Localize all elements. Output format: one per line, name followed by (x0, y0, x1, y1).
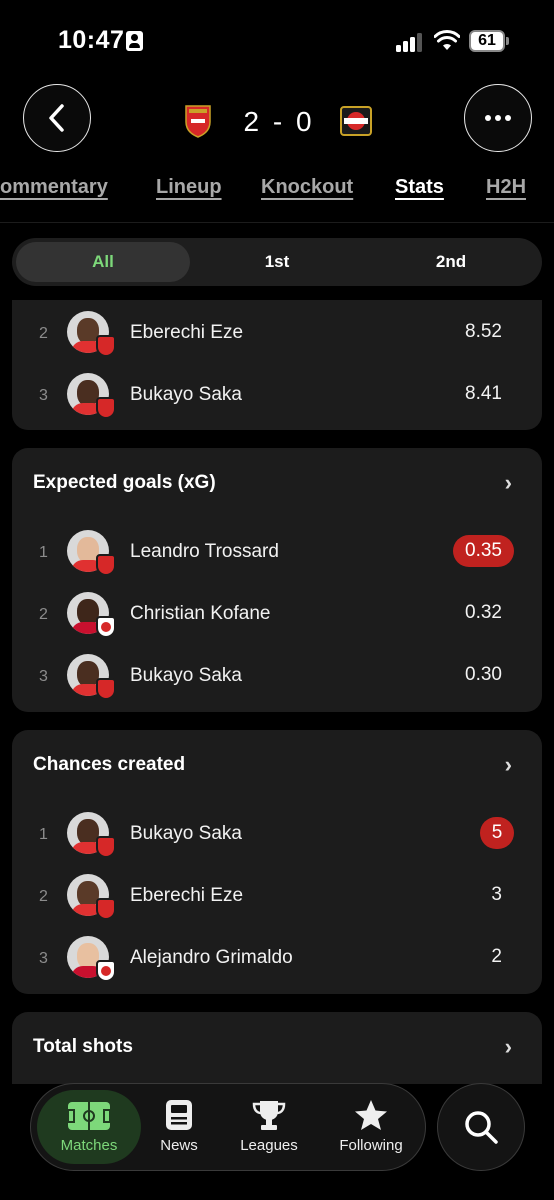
arsenal-badge-icon (96, 898, 116, 920)
battery-icon: 61 (469, 30, 505, 52)
tab-stats[interactable]: Stats (395, 176, 444, 199)
period-selector: All 1st 2nd (12, 238, 542, 286)
more-options-button[interactable] (464, 84, 532, 152)
nav-leagues[interactable]: Leagues (227, 1090, 311, 1164)
arsenal-badge-icon (96, 678, 116, 700)
leverkusen-crest-icon (340, 106, 372, 136)
nav-label: Matches (60, 1137, 118, 1154)
stat-value: 8.52 (465, 321, 502, 342)
list-item[interactable]: 2 Christian Kofane 0.32 (12, 590, 542, 642)
card-title: Expected goals (xG) (33, 472, 216, 493)
list-item[interactable]: 2 Eberechi Eze 8.52 (12, 309, 542, 361)
nav-label: Leagues (240, 1137, 298, 1154)
period-second-half[interactable]: 2nd (364, 242, 538, 282)
player-name: Bukayo Saka (130, 665, 242, 686)
player-name: Alejandro Grimaldo (130, 947, 293, 968)
tabs-divider (0, 222, 554, 223)
stat-value: 2 (491, 946, 502, 967)
period-first-half[interactable]: 1st (190, 242, 364, 282)
list-item[interactable]: 1 Leandro Trossard 0.35 (12, 528, 542, 580)
search-icon (465, 1111, 498, 1144)
status-bar: 10:47 61 (0, 0, 554, 80)
list-item[interactable]: 3 Bukayo Saka 8.41 (12, 371, 542, 423)
rank: 2 (39, 888, 48, 905)
nav-news[interactable]: News (147, 1090, 211, 1164)
rank: 3 (39, 668, 48, 685)
player-name: Bukayo Saka (130, 384, 242, 405)
chevron-right-icon[interactable]: › (505, 470, 512, 496)
star-icon (355, 1100, 387, 1130)
bottom-nav: Matches News Leagues Following (30, 1083, 426, 1171)
match-tabs: ommentary Lineup Knockout Stats H2H (0, 172, 554, 208)
total-shots-card: Total shots › (12, 1012, 542, 1084)
search-button[interactable] (437, 1083, 525, 1171)
stat-value-highlight: 5 (480, 817, 514, 849)
rank: 1 (39, 544, 48, 561)
stat-value: 3 (491, 884, 502, 905)
card-title: Chances created (33, 754, 186, 775)
list-item[interactable]: 2 Eberechi Eze 3 (12, 872, 542, 924)
player-name: Christian Kofane (130, 603, 271, 624)
back-button[interactable] (23, 84, 91, 152)
wifi-icon (434, 30, 460, 50)
chevron-right-icon[interactable]: › (505, 1034, 512, 1060)
status-time: 10:47 (58, 26, 125, 54)
period-all[interactable]: All (16, 242, 190, 282)
pitch-icon (67, 1102, 111, 1130)
list-item[interactable]: 3 Alejandro Grimaldo 2 (12, 934, 542, 986)
tab-knockout[interactable]: Knockout (261, 176, 353, 199)
rank: 1 (39, 826, 48, 843)
chevron-right-icon[interactable]: › (505, 752, 512, 778)
stat-value: 0.32 (465, 602, 502, 623)
stat-value: 0.30 (465, 664, 502, 685)
chevron-left-icon (49, 104, 64, 132)
expected-goals-card: Expected goals (xG) › 1 Leandro Trossard… (12, 448, 542, 712)
stat-value-highlight: 0.35 (453, 535, 514, 567)
rank: 3 (39, 950, 48, 967)
cellular-signal-icon (396, 30, 426, 52)
list-item[interactable]: 1 Bukayo Saka 5 (12, 810, 542, 862)
match-score-header: 2 - 0 (180, 104, 376, 140)
arsenal-badge-icon (96, 554, 116, 576)
player-name: Leandro Trossard (130, 541, 279, 562)
leverkusen-badge-icon (96, 960, 116, 982)
player-name: Eberechi Eze (130, 322, 244, 343)
player-name: Bukayo Saka (130, 823, 242, 844)
leverkusen-badge-icon (96, 616, 116, 638)
nav-label: Following (339, 1137, 403, 1154)
stat-value: 8.41 (465, 383, 502, 404)
contact-card-icon (126, 31, 143, 51)
nav-following[interactable]: Following (323, 1090, 419, 1164)
trophy-icon (252, 1101, 286, 1130)
player-rating-card: 2 Eberechi Eze 8.52 3 Bukayo Saka 8.41 (12, 300, 542, 430)
match-score: 2 - 0 (243, 106, 315, 137)
battery-level: 61 (478, 32, 496, 49)
tab-commentary[interactable]: ommentary (0, 176, 108, 199)
list-item[interactable]: 3 Bukayo Saka 0.30 (12, 652, 542, 704)
tab-h2h[interactable]: H2H (486, 176, 526, 199)
news-icon (166, 1100, 192, 1130)
battery-tip (506, 37, 509, 45)
nav-label: News (160, 1137, 198, 1154)
rank: 2 (39, 606, 48, 623)
arsenal-crest-icon (185, 105, 211, 138)
rank: 2 (39, 325, 48, 342)
arsenal-badge-icon (96, 335, 116, 357)
chances-created-card: Chances created › 1 Bukayo Saka 5 2 Eber… (12, 730, 542, 994)
card-title: Total shots (33, 1036, 133, 1057)
arsenal-badge-icon (96, 836, 116, 858)
tab-lineup[interactable]: Lineup (156, 176, 222, 199)
ellipsis-icon (485, 115, 511, 121)
rank: 3 (39, 387, 48, 404)
nav-matches[interactable]: Matches (37, 1090, 141, 1164)
player-name: Eberechi Eze (130, 885, 244, 906)
arsenal-badge-icon (96, 397, 116, 419)
